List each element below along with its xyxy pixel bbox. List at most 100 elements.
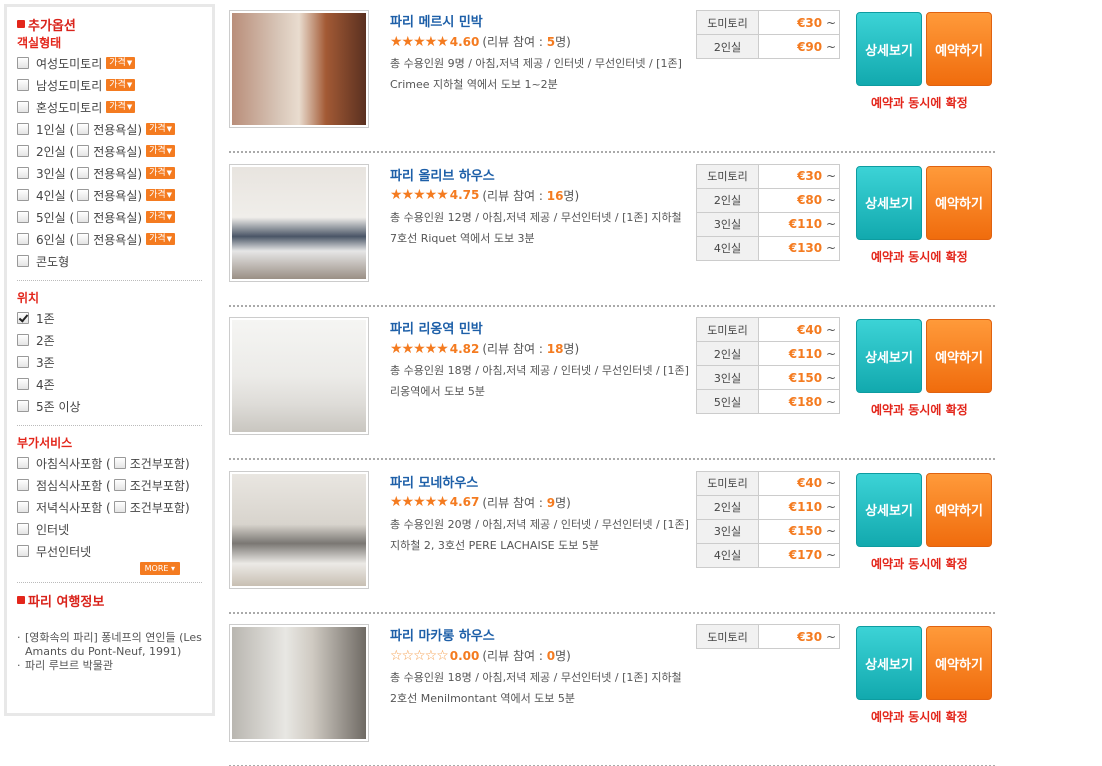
book-now-button[interactable]: 예약하기 bbox=[926, 319, 992, 393]
price-sort-button[interactable]: 가격 ▼ bbox=[106, 57, 136, 69]
private-bath-checkbox[interactable] bbox=[77, 211, 90, 223]
private-bath-checkbox[interactable] bbox=[77, 123, 90, 135]
price-table: 도미토리 €30 ~2인실 €90 ~ bbox=[696, 10, 840, 59]
listing-photo[interactable] bbox=[229, 163, 369, 282]
private-bath-checkbox[interactable] bbox=[77, 233, 90, 245]
listing-photo[interactable] bbox=[229, 470, 369, 589]
checkbox[interactable] bbox=[17, 123, 29, 135]
view-details-button[interactable]: 상세보기 bbox=[856, 626, 922, 700]
room-type-option[interactable]: 3인실 (전용욕실) 가격 ▼ bbox=[17, 162, 202, 184]
price-value: €110 bbox=[788, 217, 823, 231]
view-details-button[interactable]: 상세보기 bbox=[856, 472, 922, 547]
price-sort-button[interactable]: 가격 ▼ bbox=[106, 101, 136, 113]
location-option[interactable]: 3존 bbox=[17, 351, 202, 373]
price-sort-button[interactable]: 가격 ▼ bbox=[106, 79, 136, 91]
room-type-option[interactable]: 여성도미토리 가격 ▼ bbox=[17, 52, 202, 74]
location-option[interactable]: 2존 bbox=[17, 329, 202, 351]
service-option[interactable]: 점심식사포함 (조건부포함) bbox=[17, 474, 202, 496]
listing-name-link[interactable]: 파리 메르시 민박 bbox=[390, 11, 483, 30]
book-now-button[interactable]: 예약하기 bbox=[926, 12, 992, 86]
location-option[interactable]: 5존 이상 bbox=[17, 395, 202, 417]
option-label: 전용욕실) bbox=[93, 166, 143, 181]
service-option[interactable]: 저녁식사포함 (조건부포함) bbox=[17, 496, 202, 518]
book-now-button[interactable]: 예약하기 bbox=[926, 165, 992, 240]
listing-name-link[interactable]: 파리 모네하우스 bbox=[390, 472, 478, 491]
room-type-option[interactable]: 5인실 (전용욕실) 가격 ▼ bbox=[17, 206, 202, 228]
checkbox[interactable] bbox=[17, 101, 29, 113]
listing-photo[interactable] bbox=[229, 624, 369, 742]
location-option[interactable]: 4존 bbox=[17, 373, 202, 395]
book-now-button[interactable]: 예약하기 bbox=[926, 626, 992, 700]
option-label: 5존 이상 bbox=[36, 399, 81, 414]
room-type-option[interactable]: 4인실 (전용욕실) 가격 ▼ bbox=[17, 184, 202, 206]
view-details-button[interactable]: 상세보기 bbox=[856, 165, 922, 240]
conditional-checkbox[interactable] bbox=[113, 501, 126, 513]
conditional-checkbox[interactable] bbox=[113, 457, 126, 469]
price-suffix: ~ bbox=[822, 500, 836, 514]
price-value: €30 bbox=[797, 169, 823, 183]
checkbox[interactable] bbox=[17, 211, 29, 223]
service-option[interactable]: 아침식사포함 (조건부포함) bbox=[17, 452, 202, 474]
price-sort-button[interactable]: 가격 ▼ bbox=[146, 145, 176, 157]
view-details-button[interactable]: 상세보기 bbox=[856, 319, 922, 393]
more-button[interactable]: MORE ▾ bbox=[139, 562, 180, 575]
view-details-button[interactable]: 상세보기 bbox=[856, 12, 922, 86]
option-label: 2인실 ( bbox=[36, 144, 75, 159]
conditional-checkbox[interactable] bbox=[113, 479, 126, 491]
checkbox[interactable] bbox=[17, 167, 29, 179]
checkbox[interactable] bbox=[17, 400, 29, 412]
service-option[interactable]: 인터넷 bbox=[17, 518, 202, 540]
divider bbox=[17, 280, 202, 281]
checkbox[interactable] bbox=[17, 334, 29, 346]
instant-confirm-label: 예약과 동시에 확정 bbox=[871, 556, 968, 571]
link-text[interactable]: [영화속의 파리] 퐁네프의 연인들 (Les Amants du Pont-N… bbox=[25, 631, 202, 659]
checkbox[interactable] bbox=[17, 523, 29, 535]
service-option[interactable]: 무선인터넷 bbox=[17, 540, 202, 562]
room-type-option[interactable]: 2인실 (전용욕실) 가격 ▼ bbox=[17, 140, 202, 162]
price-sort-button[interactable]: 가격 ▼ bbox=[146, 233, 176, 245]
price-table: 도미토리 €40 ~2인실 €110 ~3인실 €150 ~5인실 €180 ~ bbox=[696, 317, 840, 414]
checkbox[interactable] bbox=[17, 233, 29, 245]
checkbox[interactable] bbox=[17, 57, 29, 69]
price-sort-button[interactable]: 가격 ▼ bbox=[146, 211, 176, 223]
listing-name-link[interactable]: 파리 올리브 하우스 bbox=[390, 165, 495, 184]
private-bath-checkbox[interactable] bbox=[77, 189, 90, 201]
checkbox[interactable] bbox=[17, 501, 29, 513]
listing-card: 파리 마카롱 하우스 ☆☆☆☆☆ 0.00 (리뷰 참여 : 0명) 총 수용인원 18… bbox=[229, 614, 995, 766]
price-suffix: ~ bbox=[822, 524, 836, 538]
option-label: 남성도미토리 bbox=[36, 78, 103, 93]
location-option[interactable]: 1존 bbox=[17, 307, 202, 329]
room-type-option[interactable]: 남성도미토리 가격 ▼ bbox=[17, 74, 202, 96]
checkbox[interactable] bbox=[17, 545, 29, 557]
checkbox[interactable] bbox=[17, 479, 29, 491]
checkbox[interactable] bbox=[17, 457, 29, 469]
price-value: €80 bbox=[797, 193, 823, 207]
private-bath-checkbox[interactable] bbox=[77, 167, 90, 179]
checkbox[interactable] bbox=[17, 312, 29, 324]
filter-sidebar: 추가옵션 객실형태 여성도미토리 가격 ▼ 남성도미토리 가격 ▼ 혼성도미토리 가격 ▼ 1인실… bbox=[4, 4, 215, 716]
listing-name-link[interactable]: 파리 마카롱 하우스 bbox=[390, 625, 495, 644]
room-type-cell: 5인실 bbox=[696, 389, 759, 414]
checkbox[interactable] bbox=[17, 255, 29, 267]
price-sort-button[interactable]: 가격 ▼ bbox=[146, 123, 176, 135]
room-type-option[interactable]: 1인실 (전용욕실) 가격 ▼ bbox=[17, 118, 202, 140]
travel-info-link[interactable]: · 파리 루브르 박물관 bbox=[17, 659, 202, 673]
listing-name-link[interactable]: 파리 리옹역 민박 bbox=[390, 318, 483, 337]
listing-photo[interactable] bbox=[229, 317, 369, 435]
link-text[interactable]: 파리 루브르 박물관 bbox=[25, 659, 113, 673]
private-bath-checkbox[interactable] bbox=[77, 145, 90, 157]
listing-photo[interactable] bbox=[229, 10, 369, 128]
checkbox[interactable] bbox=[17, 145, 29, 157]
review-prefix: (리뷰 참여 : bbox=[482, 342, 547, 356]
price-sort-button[interactable]: 가격 ▼ bbox=[146, 189, 176, 201]
travel-info-link[interactable]: · [영화속의 파리] 퐁네프의 연인들 (Les Amants du Pont-… bbox=[17, 631, 202, 659]
price-sort-button[interactable]: 가격 ▼ bbox=[146, 167, 176, 179]
room-type-option[interactable]: 혼성도미토리 가격 ▼ bbox=[17, 96, 202, 118]
checkbox[interactable] bbox=[17, 189, 29, 201]
checkbox[interactable] bbox=[17, 356, 29, 368]
book-now-button[interactable]: 예약하기 bbox=[926, 472, 992, 547]
room-type-option[interactable]: 콘도형 bbox=[17, 250, 202, 272]
checkbox[interactable] bbox=[17, 79, 29, 91]
room-type-option[interactable]: 6인실 (전용욕실) 가격 ▼ bbox=[17, 228, 202, 250]
checkbox[interactable] bbox=[17, 378, 29, 390]
